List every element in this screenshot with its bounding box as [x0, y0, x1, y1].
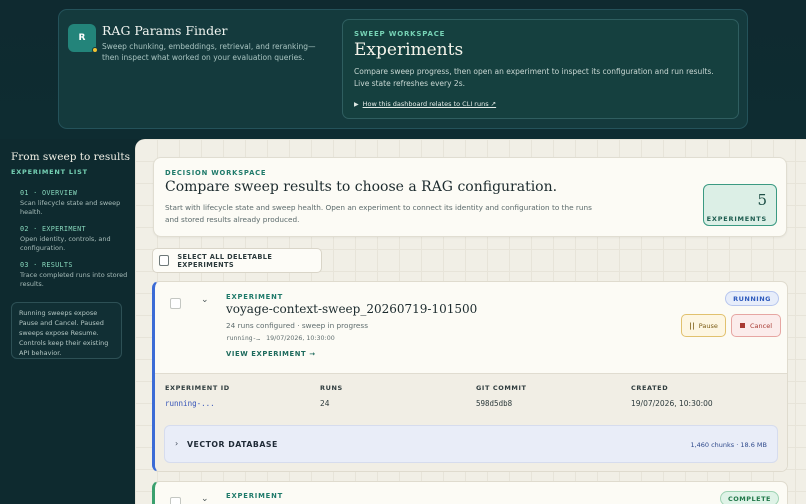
sidebar-note: Running sweeps expose Pause and Cancel. … [11, 302, 122, 359]
app-logo: R [68, 24, 98, 53]
sidebar-item-number: 02 · EXPERIMENT [20, 225, 86, 233]
chevron-right-icon: › [175, 439, 179, 448]
experiment-select-checkbox[interactable] [170, 497, 181, 504]
detail-value[interactable]: running-... [165, 399, 230, 408]
status-dot-icon [92, 47, 98, 53]
workspace-kicker: SWEEP WORKSPACE [354, 30, 446, 38]
status-badge: RUNNING [725, 291, 779, 306]
experiment-id-short: running-… [226, 335, 261, 342]
decision-kicker: DECISION WORKSPACE [165, 169, 267, 177]
main-content: DECISION WORKSPACE Compare sweep results… [135, 139, 806, 504]
sidebar-item-text: Open identity, controls, and configurati… [20, 235, 111, 252]
experiment-kicker: EXPERIMENT [226, 293, 284, 301]
experiment-count: 5 [757, 191, 767, 209]
stop-icon [739, 323, 745, 328]
vector-database-label: VECTOR DATABASE [187, 440, 278, 449]
sidebar-item-overview[interactable]: 01 · OVERVIEW Scan lifecycle state and s… [20, 189, 128, 217]
detail-label: GIT COMMIT [476, 384, 527, 392]
experiment-timestamp: 19/07/2026, 10:30:00 [266, 335, 335, 342]
sidebar-item-number: 01 · OVERVIEW [20, 189, 78, 197]
detail-value: 598d5db8 [476, 399, 513, 408]
status-badge: COMPLETE [720, 491, 779, 504]
detail-runs: RUNS 24 [320, 384, 343, 408]
experiment-kicker: EXPERIMENT [226, 492, 284, 500]
cancel-button[interactable]: Cancel [731, 314, 781, 337]
cli-runs-disclosure[interactable]: ▶ How this dashboard relates to CLI runs… [354, 100, 496, 108]
workspace-card: SWEEP WORKSPACE Experiments Compare swee… [342, 19, 739, 119]
experiment-card: ⌄ EXPERIMENT voyage-context-sweep_202607… [152, 281, 788, 472]
detail-experiment-id: EXPERIMENT ID running-... [165, 384, 230, 408]
workspace-description: Compare sweep progress, then open an exp… [354, 67, 714, 88]
decision-card: DECISION WORKSPACE Compare sweep results… [153, 157, 787, 237]
decision-description: Start with lifecycle state and sweep hea… [165, 203, 592, 224]
chevron-down-icon[interactable]: ⌄ [201, 494, 209, 504]
sidebar-kicker: EXPERIMENT LIST [11, 168, 88, 176]
cli-runs-link-label: How this dashboard relates to CLI runs ↗ [362, 100, 497, 108]
pause-label: Pause [698, 321, 718, 330]
sidebar-item-results[interactable]: 03 · RESULTS Trace completed runs into s… [20, 261, 128, 289]
select-all-label: SELECT ALL DELETABLE EXPERIMENTS [177, 252, 273, 269]
select-all-button[interactable]: SELECT ALL DELETABLE EXPERIMENTS [152, 248, 322, 273]
experiment-card: ⌄ EXPERIMENT COMPLETE [152, 481, 788, 504]
experiment-count-label: EXPERIMENTS [706, 215, 767, 223]
view-experiment-link[interactable]: VIEW EXPERIMENT → [226, 350, 316, 358]
detail-label: CREATED [631, 384, 669, 392]
detail-value: 24 [320, 399, 330, 408]
experiment-subtitle: 24 runs configured · sweep in progress [226, 321, 369, 330]
experiment-meta: running-… 19/07/2026, 10:30:00 [226, 335, 335, 342]
sidebar-item-number: 03 · RESULTS [20, 261, 73, 269]
sidebar-item-text: Trace completed runs into stored results… [20, 271, 128, 288]
hero-panel: R RAG Params Finder Sweep chunking, embe… [58, 9, 748, 129]
detail-value: 19/07/2026, 10:30:00 [631, 399, 713, 408]
app-description: Sweep chunking, embeddings, retrieval, a… [102, 42, 316, 62]
experiment-select-checkbox[interactable] [170, 298, 181, 309]
experiment-count-box: 5 EXPERIMENTS [703, 184, 777, 226]
triangle-right-icon: ▶ [354, 100, 359, 108]
header-band: R RAG Params Finder Sweep chunking, embe… [0, 0, 806, 139]
pause-button[interactable]: | | Pause [681, 314, 726, 337]
sidebar-item-text: Scan lifecycle state and sweep health. [20, 199, 121, 216]
select-all-checkbox[interactable] [159, 255, 170, 266]
sidebar-item-experiment[interactable]: 02 · EXPERIMENT Open identity, controls,… [20, 225, 128, 253]
vector-database-section[interactable]: › VECTOR DATABASE 1,460 chunks · 18.6 MB [164, 425, 778, 463]
cancel-label: Cancel [749, 321, 773, 330]
app-title: RAG Params Finder [102, 23, 228, 38]
vector-database-stats: 1,460 chunks · 18.6 MB [690, 441, 767, 449]
decision-title: Compare sweep results to choose a RAG co… [165, 179, 558, 195]
sidebar: From sweep to results EXPERIMENT LIST 01… [0, 139, 135, 504]
logo-letter: R [78, 33, 86, 43]
detail-git-commit: GIT COMMIT 598d5db8 [476, 384, 527, 408]
detail-label: RUNS [320, 384, 343, 392]
page-title: Experiments [354, 40, 464, 60]
detail-label: EXPERIMENT ID [165, 384, 230, 392]
experiment-details: EXPERIMENT ID running-... RUNS 24 GIT CO… [155, 373, 787, 471]
pause-icon: | | [689, 321, 694, 330]
experiment-name: voyage-context-sweep_20260719-101500 [226, 302, 478, 316]
sidebar-title: From sweep to results [11, 151, 131, 163]
chevron-down-icon[interactable]: ⌄ [201, 295, 209, 305]
detail-created: CREATED 19/07/2026, 10:30:00 [631, 384, 713, 408]
